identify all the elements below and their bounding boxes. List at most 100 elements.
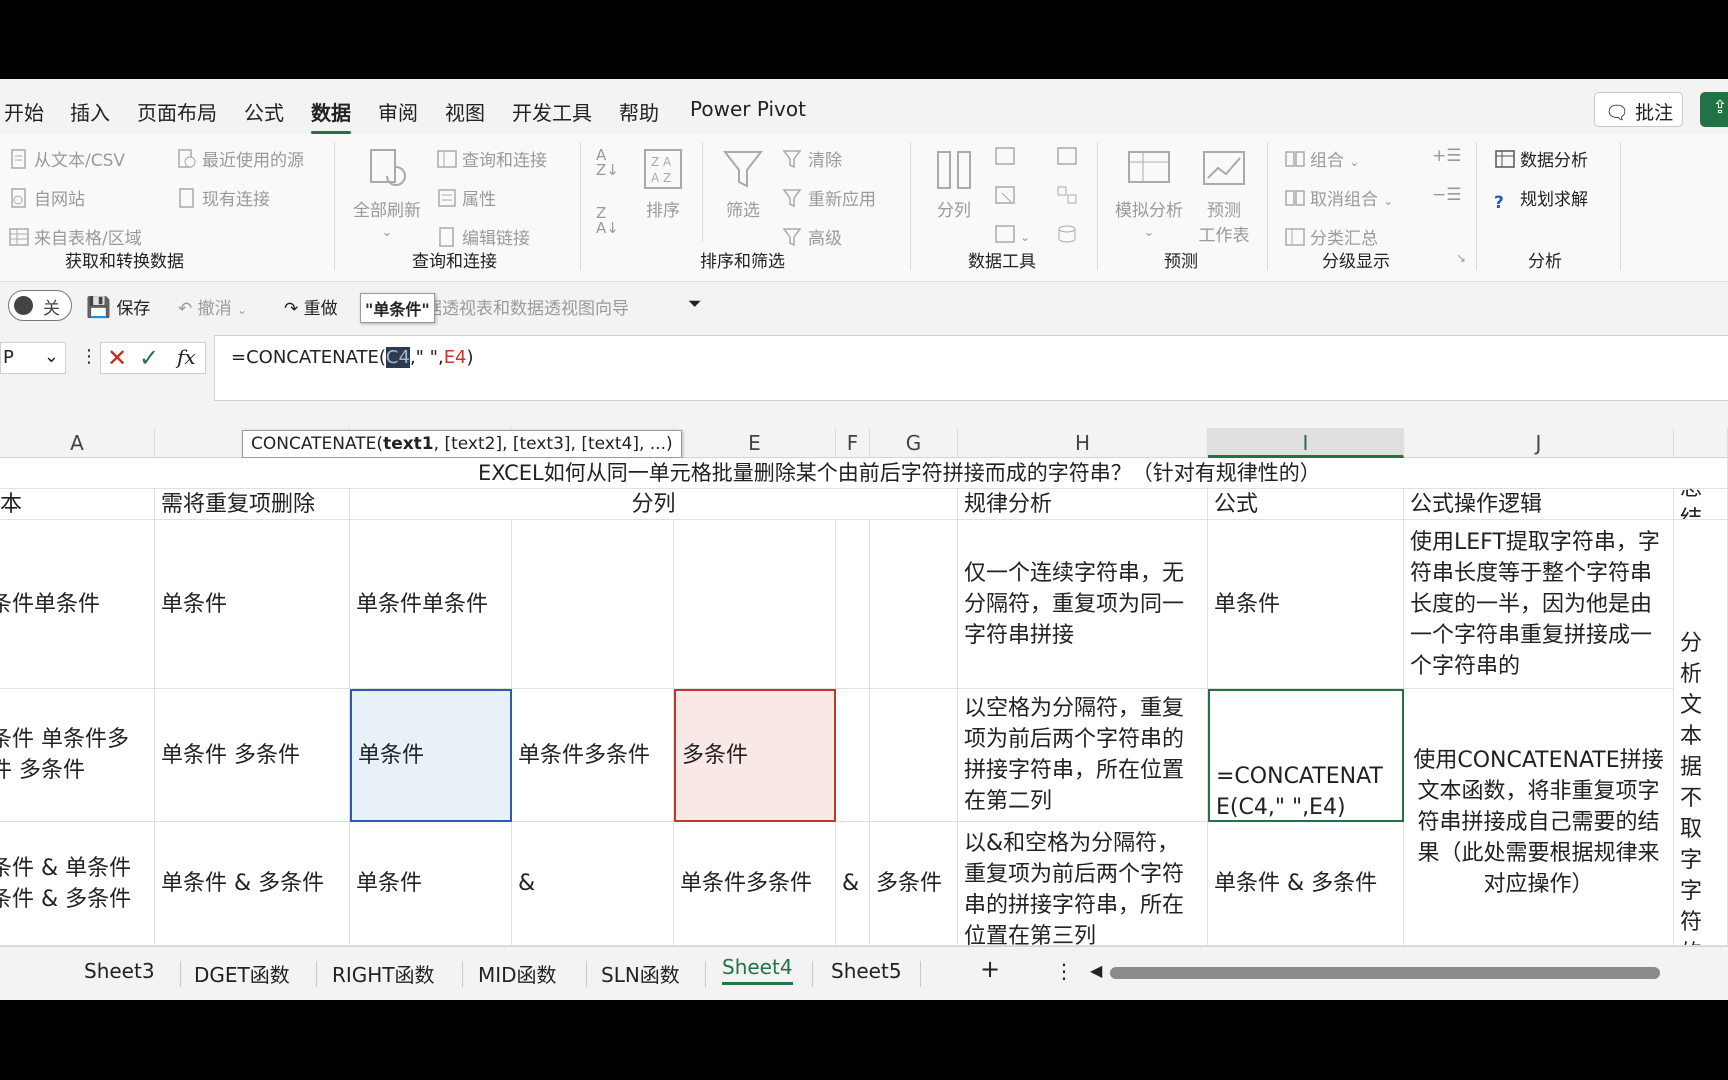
cell-g4[interactable]: [870, 689, 958, 822]
what-if-analysis-button[interactable]: 模拟分析 ⌄: [1110, 148, 1188, 241]
column-header-e[interactable]: E: [674, 428, 836, 458]
more-options-icon[interactable]: ⋮: [80, 346, 98, 367]
tab-view[interactable]: 视图: [445, 97, 485, 126]
filter-button[interactable]: 筛选: [718, 148, 768, 221]
column-header-i[interactable]: I: [1208, 428, 1404, 458]
cell-j3[interactable]: 使用LEFT提取字符串，字符串长度等于整个字符串长度的一半，因为他是由一个字符串…: [1404, 520, 1674, 689]
cell-a4[interactable]: 条件 单条件多件 多条件: [0, 689, 155, 822]
sheet-tab-sln[interactable]: SLN函数: [601, 959, 680, 988]
tab-help[interactable]: 帮助: [619, 97, 659, 126]
cell-e5[interactable]: 单条件多条件: [674, 822, 836, 946]
cell-f5[interactable]: &: [836, 822, 870, 946]
name-box[interactable]: P ⌄: [0, 342, 66, 374]
tab-insert[interactable]: 插入: [70, 97, 110, 126]
existing-connections-button[interactable]: 现有连接: [176, 185, 270, 210]
cell-f4[interactable]: [836, 689, 870, 822]
header-cell-analysis[interactable]: 规律分析: [958, 489, 1208, 520]
cell-i4-editing[interactable]: =CONCATENATE(C4," ",E4): [1208, 689, 1404, 822]
ungroup-button[interactable]: 取消组合 ⌄: [1284, 185, 1393, 210]
column-header-j[interactable]: J: [1404, 428, 1674, 458]
text-to-columns-button[interactable]: 分列: [926, 148, 982, 221]
cell-f3[interactable]: [836, 520, 870, 689]
sheet-tab-sheet4[interactable]: Sheet4: [722, 955, 793, 985]
header-cell-split[interactable]: 分列: [350, 489, 958, 520]
cell-e4[interactable]: 多条件: [674, 689, 836, 822]
header-cell-summary[interactable]: 总结: [1674, 489, 1728, 520]
queries-connections-button[interactable]: 查询和连接: [436, 146, 547, 171]
cell-i3[interactable]: 单条件: [1208, 520, 1404, 689]
cell-i5[interactable]: 单条件 & 多条件: [1208, 822, 1404, 946]
data-validation-button[interactable]: ⌄: [994, 224, 1030, 246]
more-sheets-icon[interactable]: ⋮: [1054, 959, 1074, 983]
tab-review[interactable]: 审阅: [378, 97, 418, 126]
from-web-button[interactable]: 自网站: [8, 185, 85, 210]
dialog-launcher-icon[interactable]: ↘: [1456, 251, 1466, 265]
header-cell-formula[interactable]: 公式: [1208, 489, 1404, 520]
cell-j4-merged[interactable]: 使用CONCATENATE拼接文本函数，将非重复项字符串拼接成自己需要的结果（此…: [1404, 689, 1674, 946]
cell-h3[interactable]: 仅一个连续字符串，无分隔符，重复项为同一字符串拼接: [958, 520, 1208, 689]
flash-fill-button[interactable]: [994, 146, 1020, 168]
column-header-g[interactable]: G: [870, 428, 958, 458]
autosave-toggle[interactable]: 关: [8, 290, 72, 321]
insert-function-icon[interactable]: fx: [177, 345, 196, 369]
cell-c4[interactable]: 单条件: [350, 689, 512, 822]
tab-formulas[interactable]: 公式: [244, 97, 284, 126]
cell-b3[interactable]: 单条件: [155, 520, 350, 689]
from-table-range-button[interactable]: 来自表格/区域: [8, 224, 142, 249]
comments-button[interactable]: 🗨 批注: [1594, 92, 1683, 127]
title-cell[interactable]: EXCEL如何从同一单元格批量删除某个由前后字符拼接而成的字符串？（针对有规律性…: [0, 458, 1728, 489]
formula-input[interactable]: =CONCATENATE(C4," ",E4): [214, 335, 1728, 401]
hide-detail-button[interactable]: −☰: [1432, 185, 1461, 205]
solver-button[interactable]: ? 规划求解: [1494, 185, 1588, 213]
remove-duplicates-button[interactable]: [994, 185, 1020, 207]
sort-descending-button[interactable]: Z A↓: [596, 206, 619, 236]
undo-button[interactable]: ↶ 撤消 ⌄: [178, 294, 247, 319]
column-header-a[interactable]: A: [0, 428, 155, 458]
recent-sources-button[interactable]: 最近使用的源: [176, 146, 304, 171]
sheet-tab-sheet3[interactable]: Sheet3: [84, 959, 155, 983]
show-detail-button[interactable]: +☰: [1432, 146, 1461, 166]
cell-a3[interactable]: 条件单条件: [0, 520, 155, 689]
edit-links-button[interactable]: 编辑链接: [436, 224, 530, 249]
cell-b5[interactable]: 单条件 & 多条件: [155, 822, 350, 946]
advanced-filter-button[interactable]: 高级: [782, 224, 842, 249]
customize-qat-button[interactable]: ⏷: [688, 294, 702, 314]
cell-c5[interactable]: 单条件: [350, 822, 512, 946]
horizontal-scrollbar[interactable]: [1110, 967, 1660, 979]
scroll-left-icon[interactable]: ◀: [1090, 961, 1102, 980]
sheet-tab-mid[interactable]: MID函数: [478, 959, 557, 988]
tab-power-pivot[interactable]: Power Pivot: [690, 97, 806, 121]
group-button[interactable]: 组合 ⌄: [1284, 146, 1359, 171]
tab-developer[interactable]: 开发工具: [512, 97, 592, 126]
from-text-csv-button[interactable]: 从文本/CSV: [8, 146, 125, 171]
relationships-button[interactable]: [1056, 185, 1082, 207]
data-model-button[interactable]: [1056, 224, 1082, 246]
cell-summary-merged[interactable]: 分析文本据不取字字符的字到我: [1674, 520, 1728, 946]
enter-icon[interactable]: ✓: [139, 344, 159, 372]
consolidate-button[interactable]: [1056, 146, 1082, 168]
column-header-h[interactable]: H: [958, 428, 1208, 458]
cell-b4[interactable]: 单条件 多条件: [155, 689, 350, 822]
column-header-k[interactable]: [1674, 428, 1728, 458]
pivot-wizard-button[interactable]: 数据透视表和数据透视图向导: [408, 294, 629, 319]
sort-button[interactable]: Z AA Z 排序: [638, 148, 688, 221]
cell-d5[interactable]: &: [512, 822, 674, 946]
tab-page-layout[interactable]: 页面布局: [137, 97, 217, 126]
tab-home[interactable]: 开始: [4, 97, 44, 126]
add-sheet-button[interactable]: +: [980, 955, 1000, 983]
worksheet-grid[interactable]: EXCEL如何从同一单元格批量删除某个由前后字符拼接而成的字符串？（针对有规律性…: [0, 458, 1728, 946]
share-button[interactable]: ⇪: [1700, 92, 1728, 127]
sheet-tab-dget[interactable]: DGET函数: [194, 959, 290, 988]
cell-c3[interactable]: 单条件单条件: [350, 520, 512, 689]
save-button[interactable]: 💾 保存: [86, 294, 150, 319]
tab-data[interactable]: 数据: [311, 97, 351, 134]
cell-g5[interactable]: 多条件: [870, 822, 958, 946]
cell-a5[interactable]: 条件 & 单条件条件 & 多条件: [0, 822, 155, 946]
cancel-icon[interactable]: ✕: [107, 344, 127, 372]
redo-button[interactable]: ↷ 重做: [284, 294, 338, 319]
clear-filter-button[interactable]: 清除: [782, 146, 842, 171]
column-header-f[interactable]: F: [836, 428, 870, 458]
data-analysis-button[interactable]: 数据分析: [1494, 146, 1588, 171]
header-cell-text[interactable]: 文本: [0, 489, 155, 520]
sort-ascending-button[interactable]: A Z↓: [596, 148, 619, 178]
